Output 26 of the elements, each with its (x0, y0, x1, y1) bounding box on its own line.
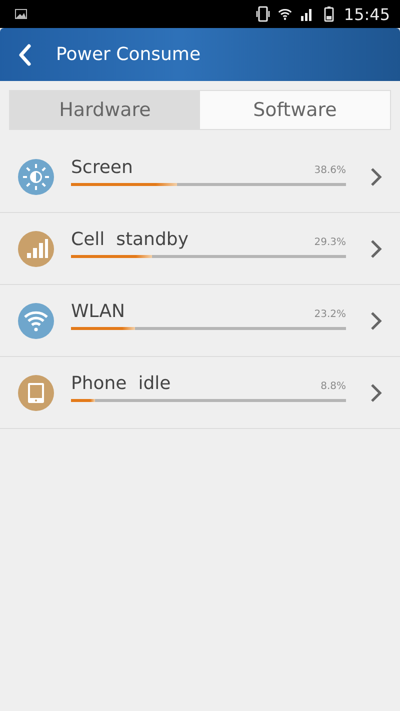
image-icon (15, 9, 27, 19)
percentage: 8.8% (320, 381, 346, 392)
usage-row[interactable]: Phone idle 8.8% (0, 357, 400, 429)
chevron-icon (370, 310, 382, 330)
wifi-icon (278, 6, 292, 22)
chevron-icon (370, 166, 382, 186)
signal-icon (300, 6, 314, 22)
item-name: WLAN (71, 301, 126, 322)
screen-title: Power Consume (56, 44, 201, 65)
item-name: Screen (71, 157, 133, 178)
tab[interactable]: Software (200, 91, 390, 129)
tab[interactable]: Hardware (10, 91, 200, 129)
battery-icon (322, 6, 336, 22)
percentage: 29.3% (314, 237, 346, 248)
usage-row[interactable]: Cell standby 29.3% (0, 213, 400, 285)
usage-row[interactable]: WLAN 23.2% (0, 285, 400, 357)
percentage: 38.6% (314, 165, 346, 176)
chevron-icon (370, 382, 382, 402)
item-name: Phone idle (71, 373, 171, 394)
vibrate-icon (256, 6, 270, 22)
chevron-icon (370, 238, 382, 258)
item-name: Cell standby (71, 229, 188, 250)
usage-row[interactable]: Screen 38.6% (0, 141, 400, 213)
back-icon[interactable] (18, 42, 32, 66)
clock-time: 15:45 (344, 4, 390, 24)
percentage: 23.2% (314, 309, 346, 320)
